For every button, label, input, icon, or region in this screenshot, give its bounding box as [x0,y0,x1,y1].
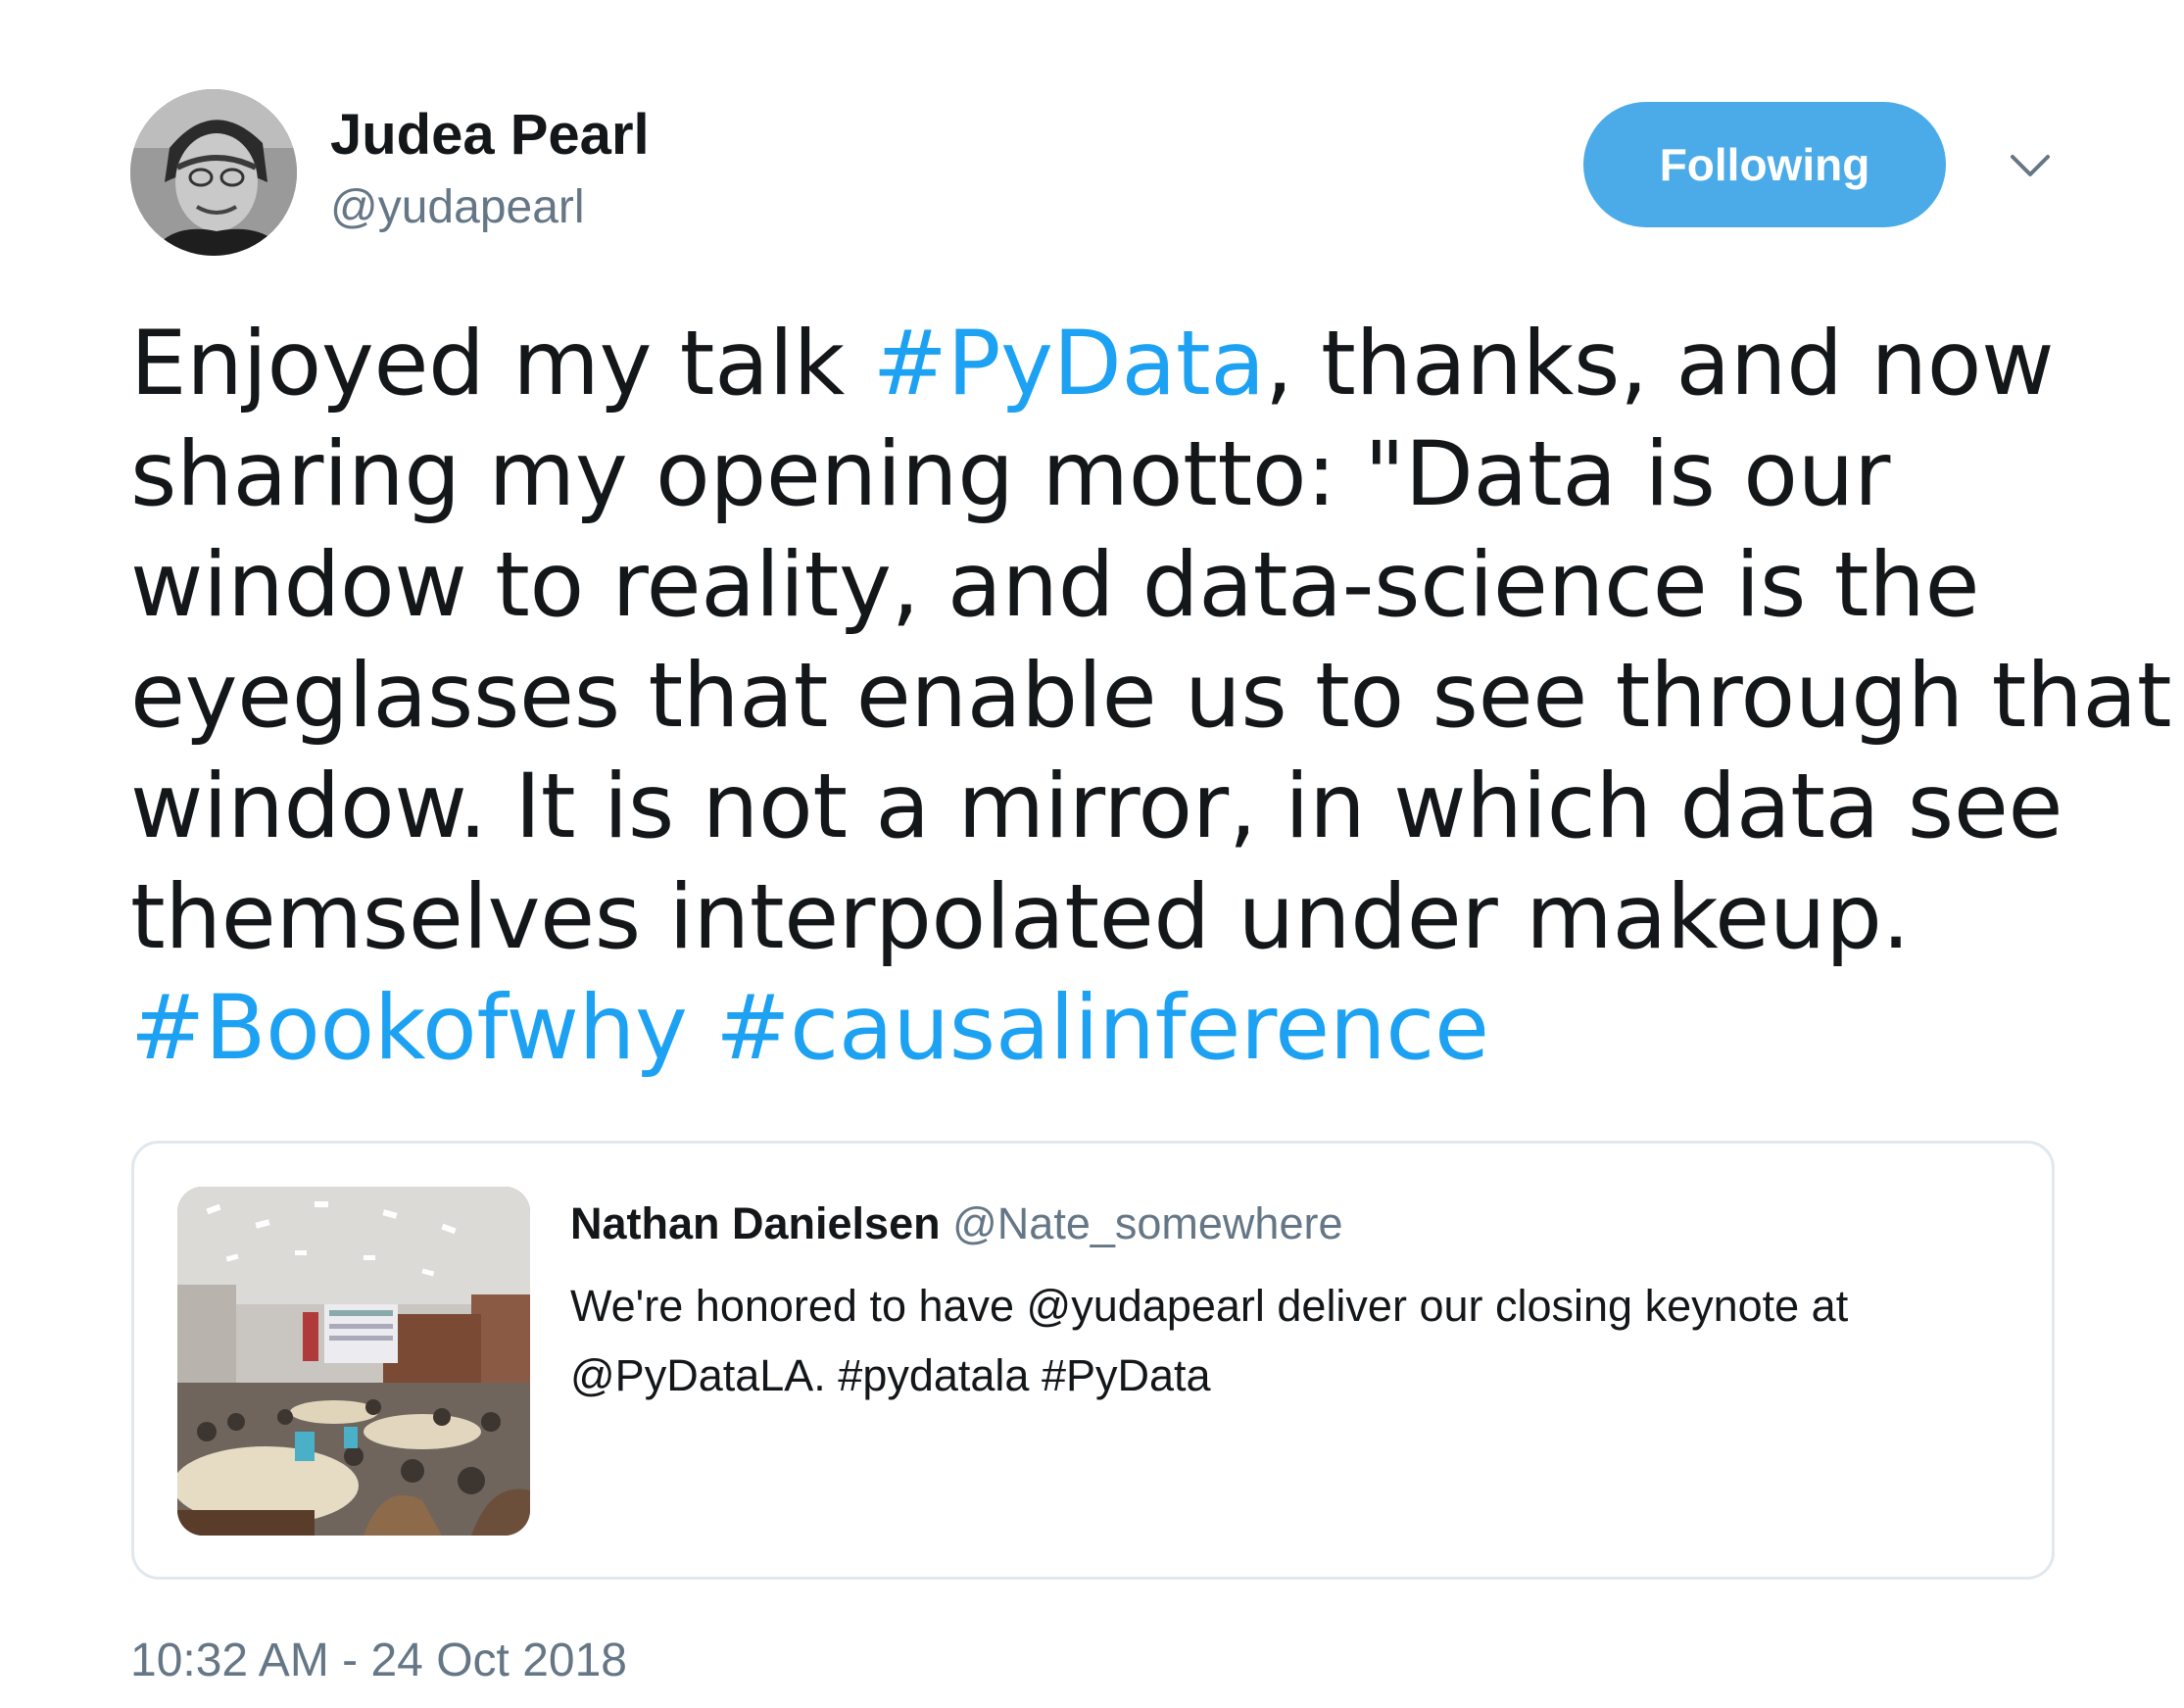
hashtag-link[interactable]: #Bookofwhy [130,977,688,1080]
tweet-text-line: eyeglasses that enable us to see through… [130,645,2172,748]
author-display-name[interactable]: Judea Pearl [330,101,650,170]
quoted-tweet-media[interactable] [177,1187,530,1536]
tweet-timestamp[interactable]: 10:32 AM - 24 Oct 2018 [130,1632,627,1690]
quoted-tweet-line: @PyDataLA. #pydatala #PyData [570,1350,1211,1400]
tweet-text-line: #Bookofwhy #causalinference [130,973,2090,1084]
tweet-text: Enjoyed my talk #PyData, thanks, and now… [130,309,2172,1084]
quoted-author-handle[interactable]: @Nate_somewhere [952,1198,1342,1248]
tweet: Judea Pearl @yudapearl Following Enjoyed… [0,0,2184,1708]
conference-hall-photo [177,1187,530,1536]
tweet-text-line: themselves interpolated under makeup. [130,866,1911,969]
tweet-text-line: Enjoyed my talk #PyData, thanks, and now [130,313,2055,415]
hashtag-link[interactable]: #PyData [873,313,1265,415]
tweet-text-line: window. It is not a mirror, in which dat… [130,756,2063,858]
quoted-tweet-text: We're honored to have @yudapearl deliver… [570,1271,1991,1410]
tweet-text-line: window to reality, and data-science is t… [130,534,1980,637]
author-handle[interactable]: @yudapearl [330,178,585,237]
quoted-tweet-line: We're honored to have @yudapearl deliver… [570,1281,1849,1331]
quoted-tweet-header: Nathan Danielsen @Nate_somewhere [570,1196,1343,1251]
chevron-down-icon[interactable] [2007,149,2054,180]
quoted-tweet[interactable]: Nathan Danielsen @Nate_somewhere We're h… [131,1141,2055,1580]
avatar-image [130,89,297,256]
following-button[interactable]: Following [1583,102,1946,227]
tweet-text-line: sharing my opening motto: "Data is our [130,423,1891,526]
quoted-author-name[interactable]: Nathan Danielsen [570,1198,941,1248]
avatar[interactable] [130,89,297,256]
hashtag-link[interactable]: #causalinference [715,977,1489,1080]
